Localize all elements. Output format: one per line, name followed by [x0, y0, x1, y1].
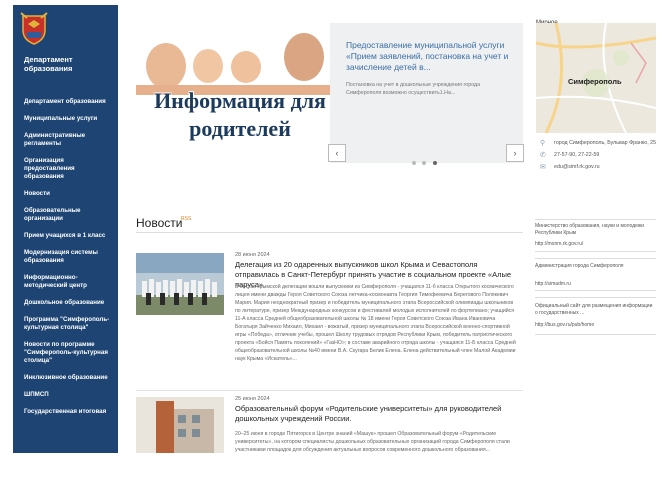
sidebar-item-shpmsp[interactable]: ШПМСП	[24, 391, 116, 399]
contact-email: ✉ edu@simf.rk.gov.ru	[540, 164, 660, 171]
location-icon: ⚲	[540, 140, 546, 147]
forum-building-image	[136, 397, 224, 453]
link-box-url[interactable]: http://monm.rk.gov.ru/	[535, 241, 656, 247]
sidebar-item-final-attestation[interactable]: Государственная итоговая	[24, 408, 116, 416]
link-box-ministry: Министерство образования, науки и молоде…	[535, 219, 656, 252]
news-divider	[136, 232, 523, 233]
coat-of-arms-icon[interactable]	[19, 10, 49, 46]
news-separator	[136, 390, 523, 391]
slider-prev-button[interactable]: ‹	[328, 144, 346, 162]
news-photo[interactable]	[136, 253, 224, 315]
news-heading: Новости	[136, 216, 183, 230]
contact-list: ⚲ город Симферополь, Бульвар Франко, 25 ✆…	[540, 140, 660, 176]
department-title: Департамент образования	[24, 55, 73, 73]
banner-title: Информация для родителей	[154, 88, 326, 141]
link-box-title: Администрация города Симферополя	[535, 263, 624, 269]
slider-dots	[412, 152, 439, 170]
sidebar-item-educational-organizations[interactable]: Образовательные организации	[24, 207, 116, 223]
slider-dot-active[interactable]	[432, 161, 437, 165]
link-box-bus-gov: Официальный сайт для размещения информац…	[535, 297, 656, 335]
phone-icon: ✆	[540, 152, 546, 159]
banner-photo-boy	[193, 49, 223, 83]
sidebar-item-modernization[interactable]: Модернизация системы образования	[24, 249, 116, 265]
news-excerpt: 20–25 июня в городе Пятигорск в Центре з…	[235, 431, 510, 453]
contact-phone-text[interactable]: 27-57-90, 27-22-59	[554, 152, 599, 158]
sidebar-menu: Департамент образования Муниципальные ус…	[24, 98, 116, 416]
sidebar-item-culture-program-news[interactable]: Новости по программе "Симферополь-культу…	[24, 341, 116, 365]
slider: Информация для родителей Предоставление …	[136, 23, 524, 165]
link-box-title: Министерство образования, науки и молоде…	[535, 223, 645, 236]
sidebar-item-preschool[interactable]: Дошкольное образование	[24, 299, 116, 307]
sidebar-item-methodical-center[interactable]: Информационно-методический центр	[24, 274, 116, 290]
slider-next-button[interactable]: ›	[506, 144, 524, 162]
contact-email-link[interactable]: edu@simf.rk.gov.ru	[554, 164, 600, 170]
map-city-label: Симферополь	[568, 77, 622, 86]
slide-caption-panel: Предоставление муниципальной услуги «При…	[328, 23, 524, 165]
link-box-url[interactable]: http://bus.gov.ru/pub/home	[535, 322, 656, 328]
news-title-link[interactable]: Образовательный форум «Родительские унив…	[235, 404, 515, 424]
news-date: 28 июня 2024	[235, 252, 270, 258]
rss-icon[interactable]: RSS	[181, 216, 191, 222]
sidebar-item-culture-program[interactable]: Программа "Симферополь-культурная столиц…	[24, 316, 116, 332]
sidebar-item-news[interactable]: Новости	[24, 190, 116, 198]
sidebar-item-department[interactable]: Департамент образования	[24, 98, 116, 106]
slide-title-link[interactable]: Предоставление муниципальной услуги «При…	[346, 40, 511, 73]
news-date: 25 июня 2024	[235, 396, 270, 402]
graduates-photo-image	[136, 253, 224, 315]
contact-phone: ✆ 27-57-90, 27-22-59	[540, 152, 660, 159]
banner-photo-girl	[231, 51, 261, 83]
banner-photo-mother	[146, 43, 186, 89]
slider-dot[interactable]	[422, 161, 427, 165]
sidebar-item-regulations[interactable]: Административные регламенты	[24, 132, 116, 148]
banner-photo-father	[284, 33, 324, 81]
sidebar-item-inclusive[interactable]: Инклюзивное образование	[24, 374, 116, 382]
link-box-title: Официальный сайт для размещения информац…	[535, 303, 653, 316]
sidebar-item-first-grade-admission[interactable]: Прием учащихся в 1 класс	[24, 232, 116, 240]
slide-description: Постановка на учет в дошкольные учрежден…	[346, 82, 481, 96]
sidebar-item-education-organization[interactable]: Организация предоставления образования	[24, 157, 116, 181]
contact-address: ⚲ город Симферополь, Бульвар Франко, 25	[540, 140, 660, 147]
city-map[interactable]: Симферополь	[536, 23, 656, 133]
sidebar-item-municipal-services[interactable]: Муниципальные услуги	[24, 115, 116, 123]
link-box-administration: Администрация города Симферополя http://…	[535, 258, 656, 291]
news-photo[interactable]	[136, 397, 224, 453]
email-icon: ✉	[540, 164, 546, 171]
contact-address-text: город Симферополь, Бульвар Франко, 25	[554, 140, 657, 146]
parents-info-banner[interactable]: Информация для родителей	[136, 23, 330, 163]
slider-dot[interactable]	[412, 161, 416, 165]
sidebar: Департамент образования Департамент обра…	[13, 5, 118, 453]
link-box-url[interactable]: http://simadm.ru	[535, 281, 656, 287]
news-excerpt: В состав крымской делегации вошли выпуск…	[235, 284, 516, 362]
